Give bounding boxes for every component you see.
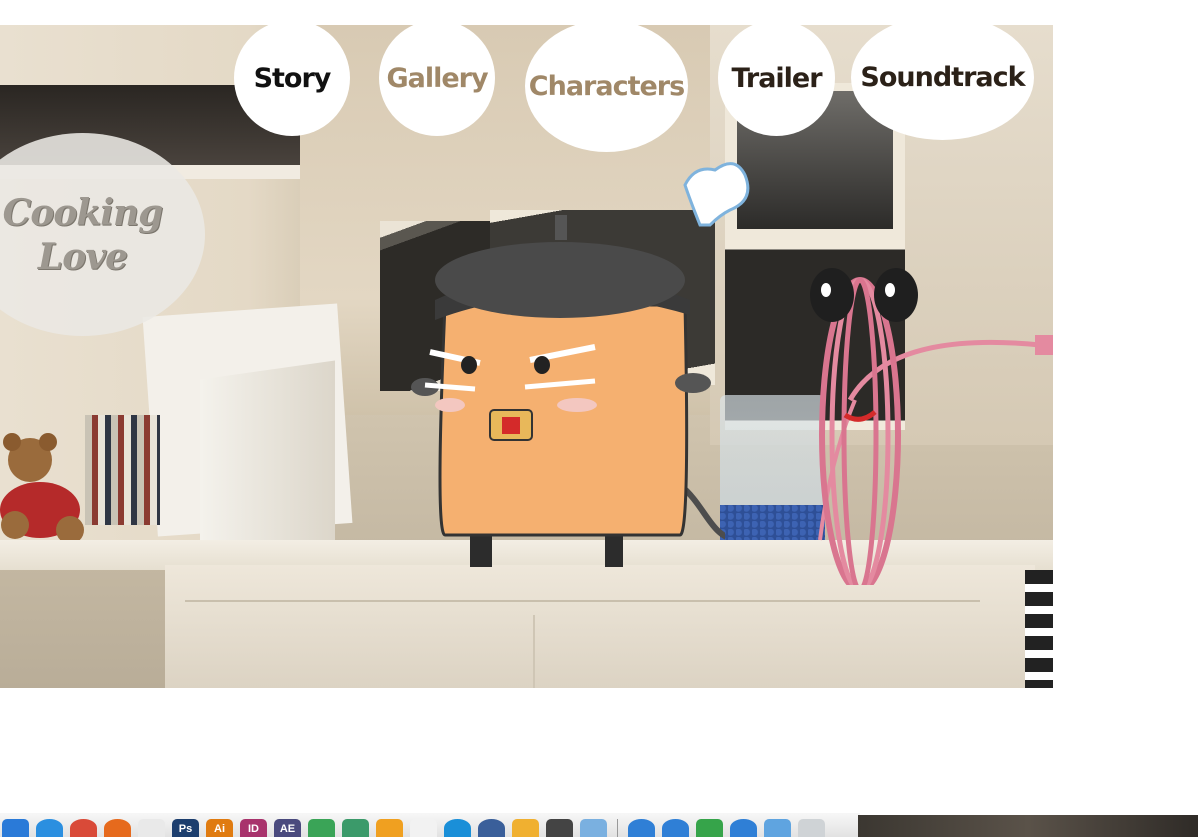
indesign-icon[interactable]: ID [240,819,267,837]
folder-icon[interactable] [764,819,791,837]
web3-icon[interactable] [730,819,757,837]
textedit-icon[interactable] [138,819,165,837]
dreamweaver-icon[interactable] [342,819,369,837]
nav-story-label: Story [253,62,332,94]
striped-object [1025,570,1053,688]
chrome-icon[interactable] [70,819,97,837]
logo-line-2: Love [37,235,128,278]
nav-trailer-button[interactable]: Trailer [718,25,835,136]
nav-soundtrack-label: Soundtrack [860,62,1025,93]
cheese-icon[interactable] [512,819,539,837]
firefox-icon[interactable] [104,819,131,837]
logo-line-1: Cooking [2,191,164,234]
settings-icon[interactable] [376,819,403,837]
nav-characters-label: Characters [528,70,685,102]
globe-icon[interactable] [478,819,505,837]
dock-divider [617,819,618,837]
nav-gallery-button[interactable]: Gallery [379,25,495,136]
finder-icon[interactable] [2,819,29,837]
photoshop-icon[interactable]: Ps [172,819,199,837]
teddy-bear [0,433,84,540]
nav-trailer-label: Trailer [731,62,822,94]
web2-icon[interactable] [662,819,689,837]
web1-icon[interactable] [628,819,655,837]
safari-icon[interactable] [36,819,63,837]
dock: Ps Ai ID AE [2,819,825,837]
pencil-icon[interactable] [410,819,437,837]
steam-icon [683,162,750,227]
aftereffects-icon[interactable]: AE [274,819,301,837]
illustrator-icon[interactable]: Ai [206,819,233,837]
star-icon[interactable] [546,819,573,837]
drive-icon[interactable] [308,819,335,837]
nav-gallery-label: Gallery [386,62,488,94]
calendar-icon[interactable] [696,819,723,837]
preview-icon[interactable] [580,819,607,837]
background-photo: Story Gallery Characters Trailer Soundtr… [0,25,1053,688]
trash-icon[interactable] [798,819,825,837]
desktop-wallpaper [858,815,1198,837]
skype-icon[interactable] [444,819,471,837]
nav-characters-button[interactable]: Characters [525,25,688,152]
toaster-character [411,215,725,567]
nav-story-button[interactable]: Story [234,25,350,136]
whisk-character [810,268,1053,585]
